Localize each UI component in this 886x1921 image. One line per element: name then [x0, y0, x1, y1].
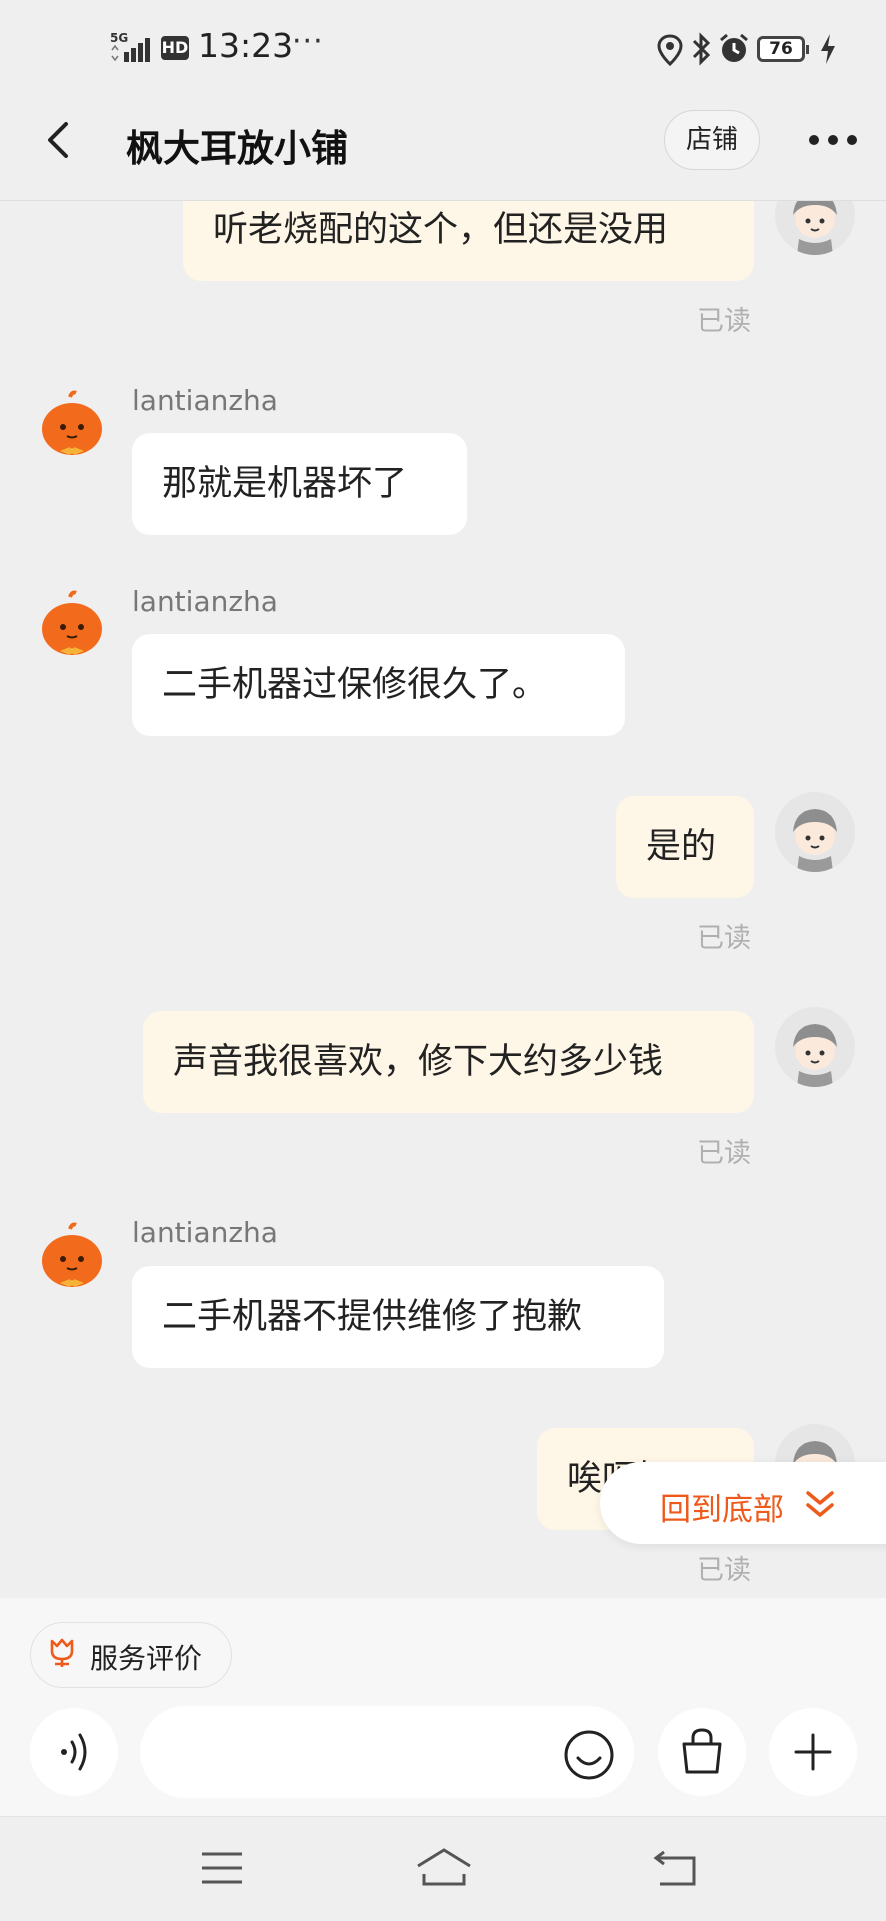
pumpkin-avatar-icon — [42, 390, 102, 455]
status-time: 13:23 — [198, 26, 294, 65]
home-icon[interactable] — [414, 1846, 474, 1888]
voice-icon — [61, 1733, 87, 1771]
return-icon[interactable] — [652, 1848, 698, 1888]
shopping-bag-icon — [682, 1728, 722, 1774]
more-dots-icon[interactable] — [808, 126, 858, 154]
status-more-dots: ··· — [292, 24, 324, 59]
charging-icon — [821, 34, 835, 64]
message-bubble-theirs[interactable]: 那就是机器坏了 — [132, 433, 467, 535]
sender-name: lantianzha — [132, 384, 278, 417]
jump-to-bottom-label[interactable]: 回到底部 — [660, 1484, 784, 1529]
chat-messages[interactable]: 听老烧配的这个，但还是没用 已读 lantianzha 那就是机器坏了 lant… — [0, 201, 886, 1598]
menu-icon[interactable] — [200, 1850, 244, 1886]
shop-bag-button[interactable] — [658, 1708, 746, 1796]
shop-button[interactable]: 店铺 — [664, 110, 760, 170]
service-review-label[interactable]: 服务评价 — [90, 1637, 202, 1677]
my-avatar[interactable] — [775, 792, 855, 872]
signal-5g-icon: 5G — [110, 31, 150, 62]
seller-avatar[interactable] — [32, 587, 112, 667]
sender-name: lantianzha — [132, 1216, 278, 1249]
back-chevron-icon[interactable] — [40, 118, 80, 162]
plus-icon — [794, 1733, 832, 1771]
hd-badge: HD — [161, 36, 189, 60]
read-status: 已读 — [697, 1138, 751, 1169]
alarm-icon — [720, 33, 748, 62]
message-bubble-theirs[interactable]: 二手机器过保修很久了。 — [132, 634, 625, 736]
boy-avatar-icon — [775, 201, 855, 255]
message-bubble-mine[interactable]: 声音我很喜欢，修下大约多少钱 — [143, 1011, 754, 1113]
boy-avatar-icon — [775, 1007, 855, 1087]
more-actions-button[interactable] — [769, 1708, 857, 1796]
seller-avatar[interactable] — [32, 1219, 112, 1299]
sender-name: lantianzha — [132, 585, 278, 618]
pumpkin-avatar-icon — [42, 590, 102, 655]
read-status: 已读 — [697, 1555, 751, 1586]
pumpkin-avatar-icon — [42, 1222, 102, 1287]
read-status: 已读 — [697, 923, 751, 954]
boy-avatar-icon — [775, 792, 855, 872]
message-bubble-mine[interactable]: 听老烧配的这个，但还是没用 — [183, 201, 754, 281]
shop-title: 枫大耳放小铺 — [126, 127, 348, 170]
tulip-icon — [50, 1638, 74, 1667]
bluetooth-icon — [692, 32, 711, 66]
seller-avatar[interactable] — [32, 387, 112, 467]
double-chevron-down-icon[interactable] — [803, 1488, 837, 1522]
voice-button[interactable] — [30, 1708, 118, 1796]
location-icon — [657, 34, 683, 66]
my-avatar[interactable] — [775, 1007, 855, 1087]
my-avatar[interactable] — [775, 201, 855, 255]
battery-indicator: 76 — [757, 36, 809, 62]
emoji-icon[interactable] — [560, 1726, 618, 1784]
message-bubble-mine[interactable]: 是的 — [616, 796, 754, 898]
read-status: 已读 — [697, 306, 751, 337]
network-label: 5G — [110, 31, 128, 45]
message-bubble-theirs[interactable]: 二手机器不提供维修了抱歉 — [132, 1266, 664, 1368]
